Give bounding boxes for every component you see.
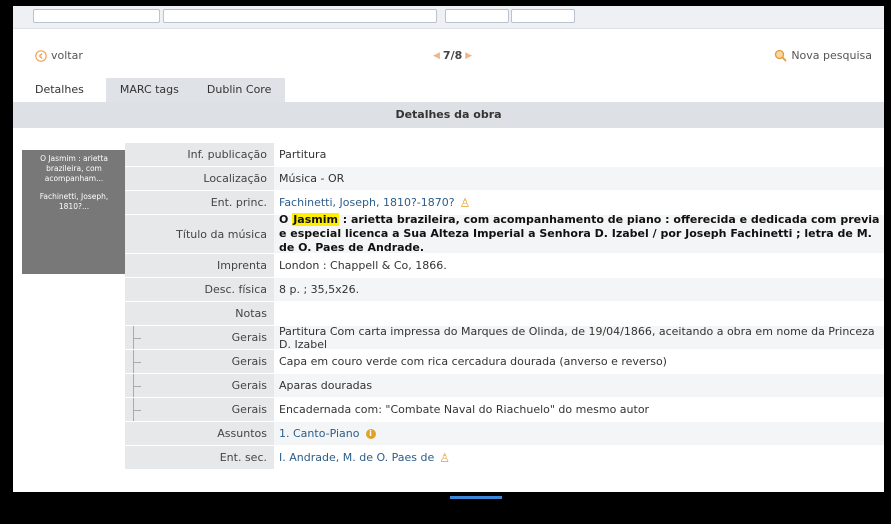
detail-value: Encadernada com: "Combate Naval do Riach… [279,403,650,416]
search-toolbar [13,6,884,29]
back-label: voltar [51,49,83,62]
record-pager: ◀ 7/8 ▶ [433,49,472,62]
section-title: Detalhes da obra [13,102,884,128]
detail-label: Desc. física [125,278,274,301]
detail-row: Gerais Capa em couro verde com rica cerc… [125,350,884,374]
detail-label: Assuntos [125,422,274,445]
detail-value: I. Andrade, M. de O. Paes de ♙ [274,446,884,469]
detail-label: Gerais [125,374,274,397]
catalog-window: voltar ◀ 7/8 ▶ Nova pesquisa Detalhes MA… [13,6,884,492]
detail-label: Ent. princ. [125,191,274,214]
thumbnail-title: O Jasmim : arietta brazileira, com acomp… [40,154,108,183]
detail-label: Notas [125,302,274,325]
detail-label: Título da música [125,215,274,253]
detail-value: Fachinetti, Joseph, 1810?-1870? ♙ [274,191,884,214]
detail-value: 8 p. ; 35,5x26. [274,278,884,301]
detail-label: Gerais [125,350,274,373]
detail-value: 1. Canto-Piano i [274,422,884,445]
tab-dublin-core[interactable]: Dublin Core [192,78,286,102]
person-icon[interactable]: ♙ [460,196,471,210]
secondary-entry-link[interactable]: I. Andrade, M. de O. Paes de [279,451,434,464]
detail-row: Imprenta London : Chappell & Co, 1866. [125,254,884,278]
scroll-indicator[interactable] [450,496,502,499]
person-icon[interactable]: ♙ [439,451,450,465]
detail-row: Gerais Aparas douradas [125,374,884,398]
detail-label: Gerais [125,326,274,349]
detail-value: Aparas douradas [274,374,884,397]
detail-value: Partitura Com carta impressa do Marques … [274,325,884,351]
info-icon[interactable]: i [365,428,376,439]
new-search-label: Nova pesquisa [791,49,872,62]
detail-row: Gerais Partitura Com carta impressa do M… [125,325,884,351]
detail-row: Assuntos 1. Canto-Piano i [125,422,884,446]
detail-value: Música - OR [274,167,884,190]
search-highlight: Jasmim [292,213,339,226]
search-filter-select[interactable] [445,9,509,23]
search-scope-select[interactable] [33,9,160,23]
note-label: Gerais [231,355,267,368]
music-title-prefix: O [279,213,293,226]
music-title-text: O Jasmim : arietta brazileira, com acomp… [279,213,884,255]
pager-text: 7/8 [442,49,463,62]
detail-row: Localização Música - OR [125,167,884,191]
note-label: Gerais [231,331,267,344]
search-input[interactable] [163,9,437,23]
detail-row: Gerais Encadernada com: "Combate Naval d… [125,398,884,422]
detail-label: Ent. sec. [125,446,274,469]
next-record-icon[interactable]: ▶ [465,51,472,61]
music-title-rest: : arietta brazileira, com acompanhamento… [279,213,880,254]
detail-value: Partitura [279,148,327,161]
detail-label: Imprenta [125,254,274,277]
tab-details[interactable]: Detalhes [13,78,106,102]
detail-row: Título da música O Jasmim : arietta braz… [125,213,884,255]
new-search-link[interactable]: Nova pesquisa [774,49,872,62]
view-tabs: Detalhes MARC tags Dublin Core [13,78,884,102]
detail-value: London : Chappell & Co, 1866. [279,259,447,272]
tree-connector [133,326,144,349]
tree-connector [133,350,144,373]
tree-connector [133,398,144,421]
back-arrow-icon [35,49,47,62]
detail-row: Ent. princ. Fachinetti, Joseph, 1810?-18… [125,191,884,215]
tree-connector [133,374,144,397]
record-navigation: voltar ◀ 7/8 ▶ Nova pesquisa [13,46,884,68]
detail-value [274,302,884,325]
detail-row: Desc. física 8 p. ; 35,5x26. [125,278,884,302]
detail-value: Capa em couro verde com rica cercadura d… [279,355,667,368]
note-label: Gerais [231,403,267,416]
record-details: Inf. publicação Partitura Localização Mú… [125,143,884,470]
detail-row: Inf. publicação Partitura [125,143,884,167]
tab-marc-tags[interactable]: MARC tags [105,78,193,102]
detail-label: Localização [125,167,274,190]
search-filter-select-2[interactable] [511,9,575,23]
detail-row: Notas [125,302,884,326]
thumbnail-author: Fachinetti, Joseph, 1810?... [39,192,109,211]
detail-label: Inf. publicação [125,143,274,166]
detail-value: O Jasmim : arietta brazileira, com acomp… [274,213,884,255]
main-entry-link[interactable]: Fachinetti, Joseph, 1810?-1870? [279,196,455,209]
cover-thumbnail[interactable]: O Jasmim : arietta brazileira, com acomp… [22,150,126,274]
subject-link[interactable]: 1. Canto-Piano [279,427,360,440]
back-link[interactable]: voltar [35,49,83,62]
magnifier-icon [775,49,787,62]
detail-row: Ent. sec. I. Andrade, M. de O. Paes de ♙ [125,446,884,470]
previous-record-icon[interactable]: ◀ [433,51,440,61]
note-label: Gerais [231,379,267,392]
detail-label: Gerais [125,398,274,421]
